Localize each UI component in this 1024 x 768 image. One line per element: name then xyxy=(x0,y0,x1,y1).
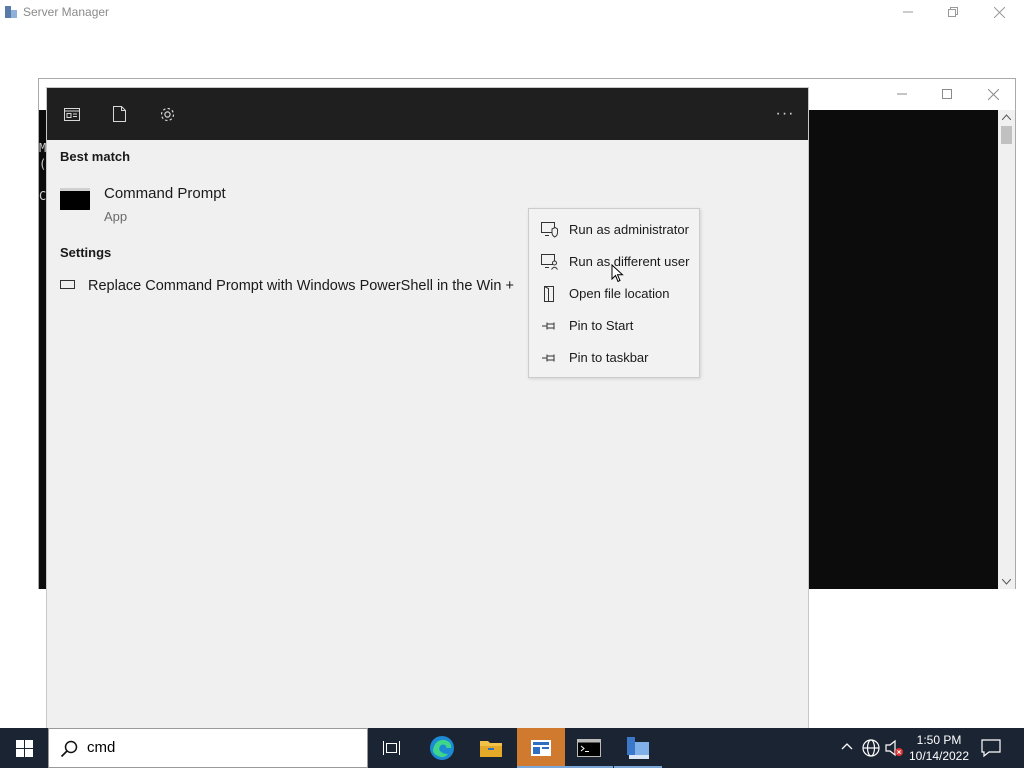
settings-filter-button[interactable] xyxy=(157,104,177,124)
menu-item-label: Run as administrator xyxy=(569,222,689,237)
chevron-up-icon xyxy=(841,743,853,750)
menu-item-pin-to-taskbar[interactable]: Pin to taskbar xyxy=(529,342,699,374)
show-hidden-icons-button[interactable] xyxy=(839,738,855,758)
folder-icon xyxy=(480,741,502,757)
menu-item-label: Run as different user xyxy=(569,254,690,269)
shield-icon xyxy=(541,222,558,238)
folder-icon xyxy=(544,286,554,302)
network-icon[interactable] xyxy=(861,738,881,758)
task-view-button[interactable] xyxy=(368,728,416,768)
settings-heading: Settings xyxy=(60,245,112,260)
server-manager-tool-taskbar-button[interactable] xyxy=(614,728,662,768)
cmd-close-button[interactable] xyxy=(970,83,1016,105)
server-manager-icon xyxy=(5,6,17,18)
command-prompt-taskbar-button[interactable] xyxy=(565,728,613,768)
search-panel-header: ··· xyxy=(47,88,808,140)
cmd-minimize-button[interactable] xyxy=(879,83,925,105)
search-input[interactable] xyxy=(87,739,347,756)
best-match-heading: Best match xyxy=(60,149,131,164)
taskbar: 1:50 PM 10/14/2022 xyxy=(0,728,1024,768)
edge-button[interactable] xyxy=(418,728,466,768)
settings-result-label: Replace Command Prompt with Windows Powe… xyxy=(88,278,514,294)
user-icon xyxy=(541,254,558,270)
apps-filter-button[interactable] xyxy=(62,104,82,124)
scroll-up-icon[interactable] xyxy=(1002,114,1011,120)
file-explorer-button[interactable] xyxy=(467,728,515,768)
server-manager-taskbar-button[interactable] xyxy=(517,728,565,768)
edge-icon xyxy=(430,736,454,760)
notifications-icon[interactable] xyxy=(980,738,1002,758)
keyboard-icon xyxy=(60,280,75,289)
clock-date: 10/14/2022 xyxy=(908,749,970,763)
start-search-panel: ··· Best match Command Prompt App Settin… xyxy=(47,88,808,728)
close-icon xyxy=(993,6,1005,18)
restore-icon xyxy=(948,7,958,17)
search-icon xyxy=(60,740,78,758)
start-button[interactable] xyxy=(0,728,48,768)
more-options-icon[interactable]: ··· xyxy=(775,105,795,123)
console-text: M ( C xyxy=(39,141,47,203)
menu-item-label: Pin to taskbar xyxy=(569,350,649,365)
minimize-icon xyxy=(897,93,907,95)
taskbar-clock[interactable]: 1:50 PM 10/14/2022 xyxy=(908,732,970,764)
server-manager-title: Server Manager xyxy=(23,5,110,19)
cmd-maximize-button[interactable] xyxy=(924,83,970,105)
menu-item-label: Open file location xyxy=(569,286,670,301)
server-manager-icon xyxy=(531,740,551,756)
pin-icon xyxy=(542,354,555,362)
context-menu: Run as administrator Run as different us… xyxy=(528,208,700,378)
clock-time: 1:50 PM xyxy=(916,733,962,747)
console-scrollbar[interactable] xyxy=(998,110,1015,589)
documents-icon xyxy=(112,106,126,122)
scroll-thumb[interactable] xyxy=(1001,126,1012,144)
windows-logo-icon xyxy=(15,739,33,757)
result-type: App xyxy=(104,209,128,224)
menu-item-pin-to-start[interactable]: Pin to Start xyxy=(529,310,699,342)
minimize-icon xyxy=(903,11,913,13)
pin-icon xyxy=(542,322,555,330)
minimize-button[interactable] xyxy=(885,2,931,22)
command-prompt-icon xyxy=(60,188,90,210)
settings-result[interactable]: Replace Command Prompt with Windows Powe… xyxy=(47,270,527,302)
menu-item-run-as-administrator[interactable]: Run as administrator xyxy=(529,214,699,246)
best-match-result[interactable]: Command Prompt App xyxy=(47,172,527,230)
server-manager-tool-icon xyxy=(627,737,649,759)
server-manager-titlebar: Server Manager xyxy=(0,0,1024,24)
restore-button[interactable] xyxy=(930,2,976,22)
apps-view-icon xyxy=(64,107,80,121)
taskbar-search-box[interactable] xyxy=(48,728,368,768)
maximize-icon xyxy=(942,89,952,99)
command-prompt-icon xyxy=(577,739,601,757)
volume-muted-icon[interactable] xyxy=(884,738,904,758)
close-icon xyxy=(987,88,999,100)
task-view-icon xyxy=(383,741,400,755)
scroll-down-icon[interactable] xyxy=(1002,579,1011,585)
settings-gear-icon xyxy=(160,107,174,121)
close-button[interactable] xyxy=(976,2,1022,22)
menu-item-label: Pin to Start xyxy=(569,318,634,333)
mouse-cursor-icon xyxy=(611,264,624,283)
result-name: Command Prompt xyxy=(104,185,226,202)
documents-filter-button[interactable] xyxy=(109,104,129,124)
